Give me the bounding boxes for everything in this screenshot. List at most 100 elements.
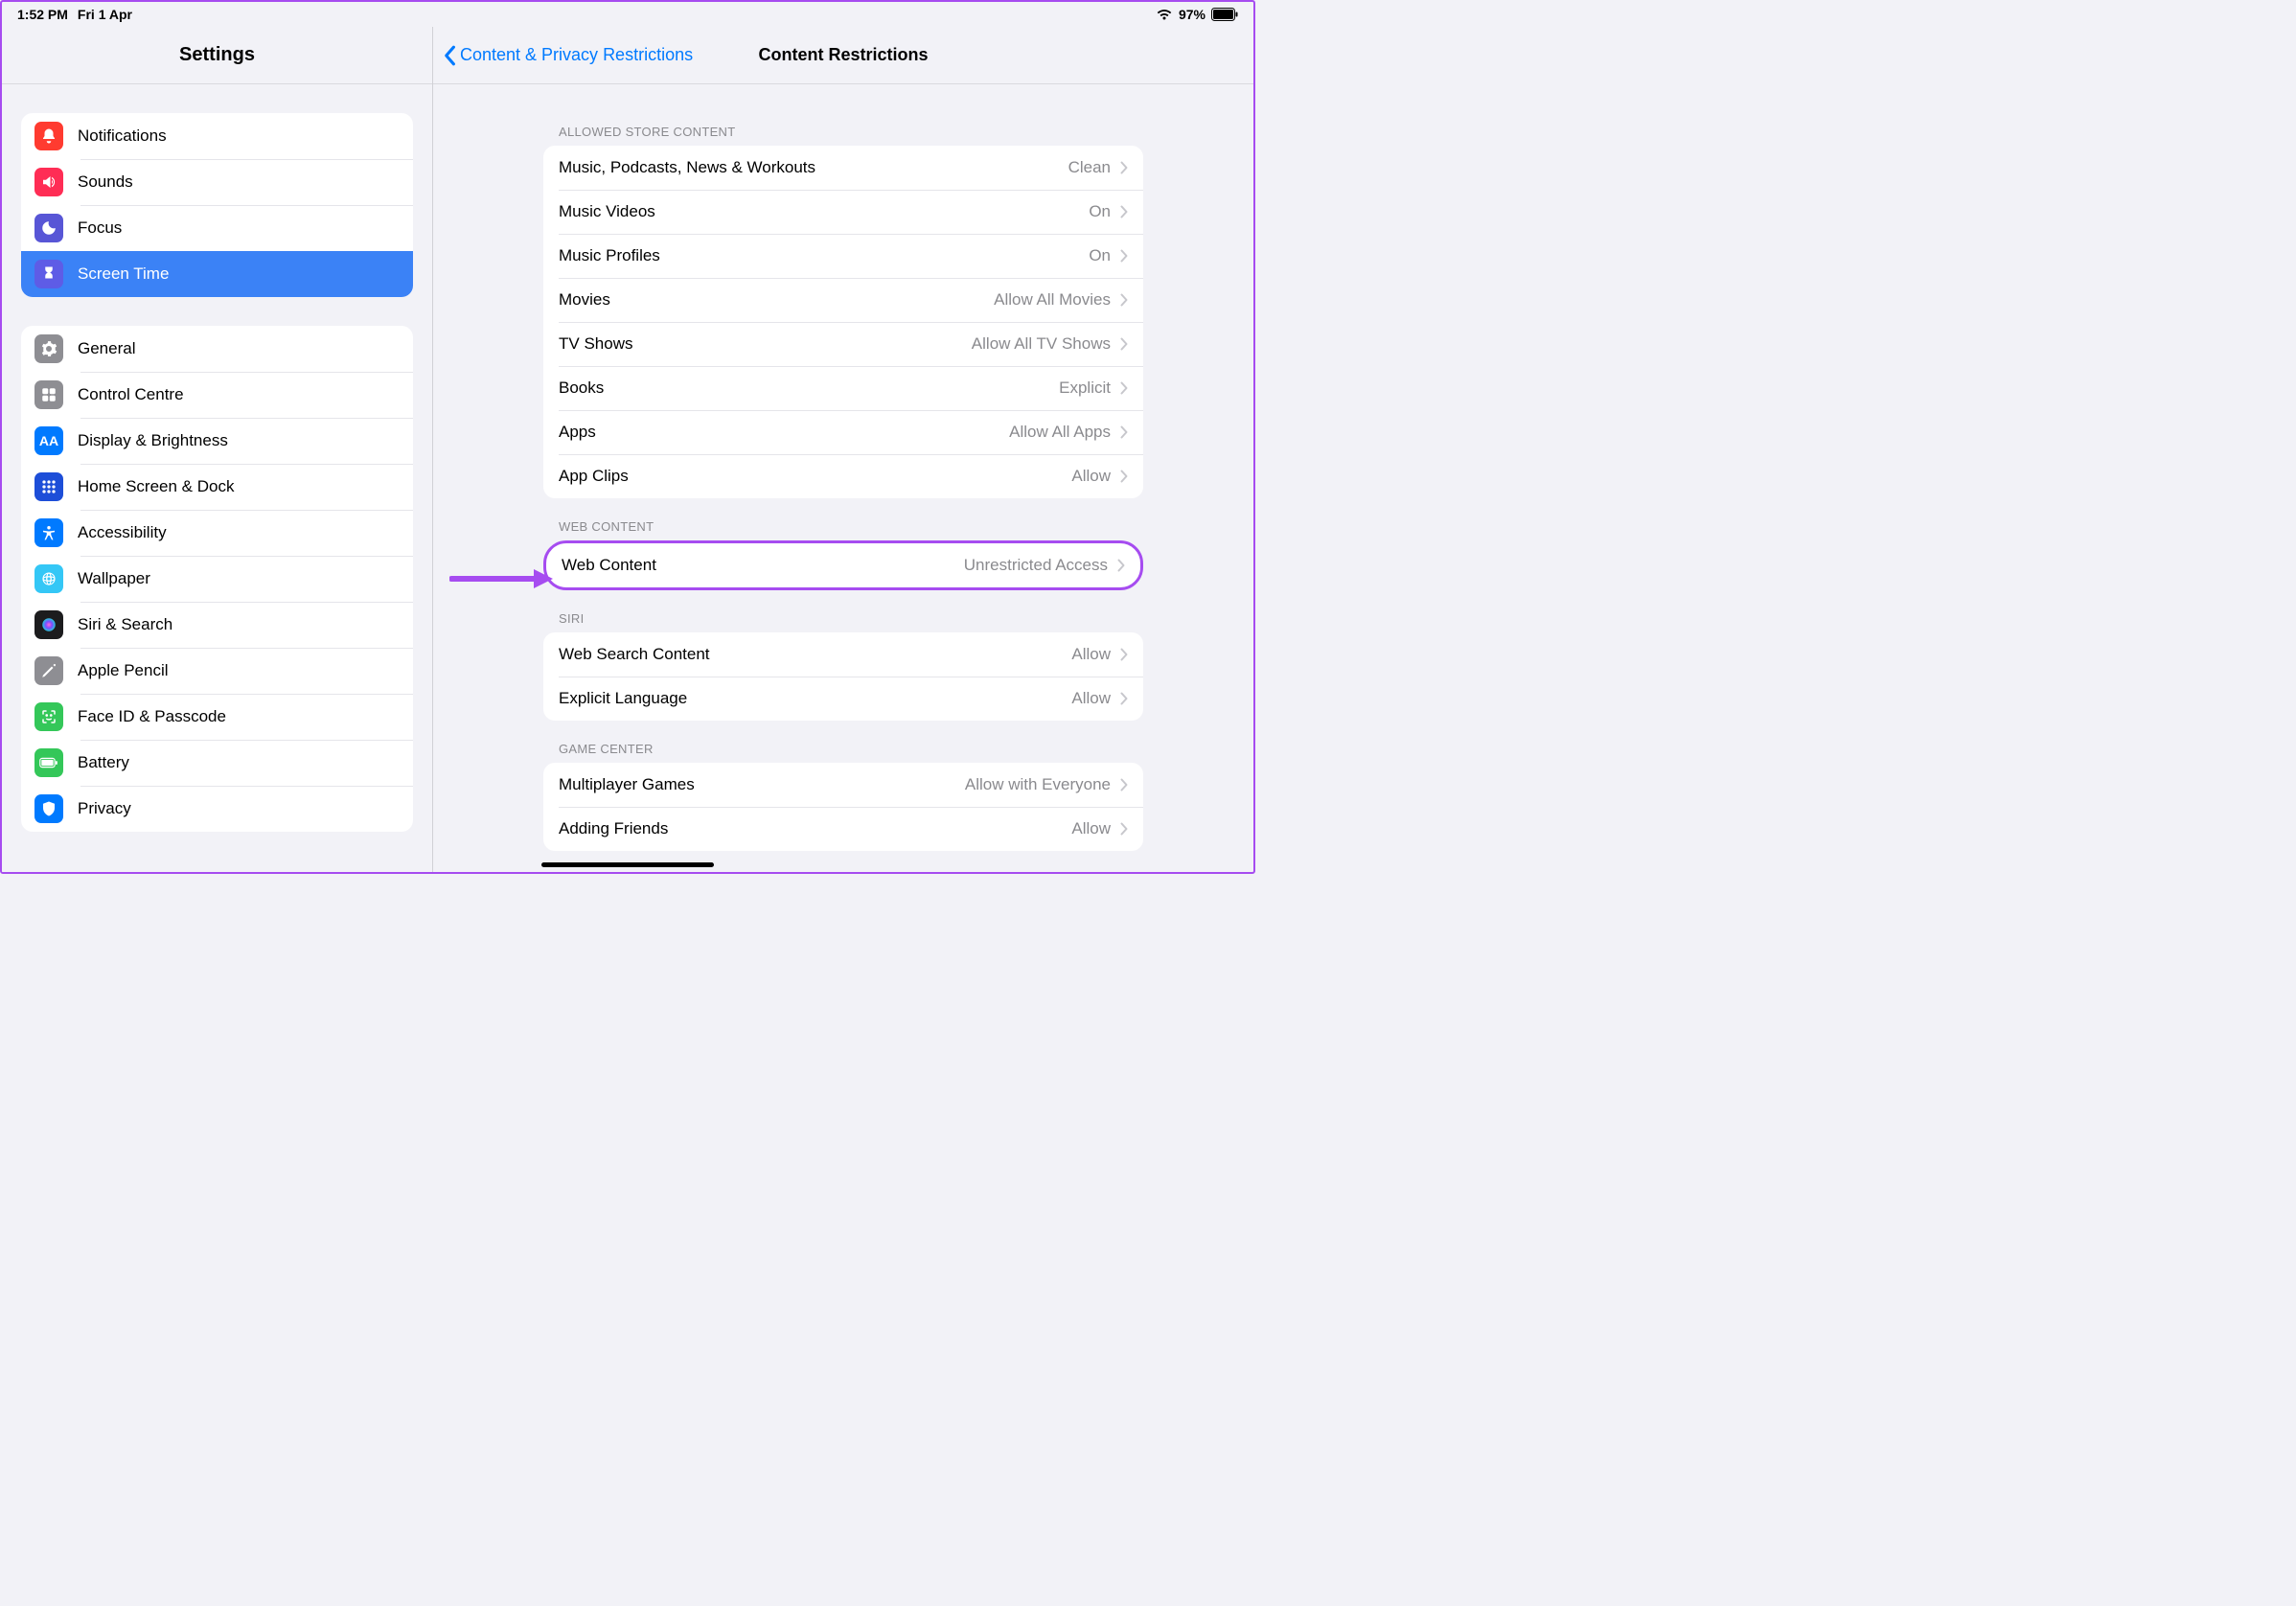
device-frame: 1:52 PM Fri 1 Apr 97% Settings Notificat… — [0, 0, 1255, 874]
sidebar-item-controlcentre[interactable]: Control Centre — [21, 372, 413, 418]
status-time: 1:52 PM — [17, 7, 68, 22]
row-value: Allow with Everyone — [965, 775, 1111, 794]
battery-icon — [1211, 8, 1238, 21]
sidebar-item-general[interactable]: General — [21, 326, 413, 372]
display-icon: AA — [34, 426, 63, 455]
sidebar-item-pencil[interactable]: Apple Pencil — [21, 648, 413, 694]
row-label: Explicit Language — [559, 689, 1071, 708]
chevron-right-icon — [1120, 648, 1128, 661]
home-indicator — [541, 862, 714, 867]
sidebar-item-label: Home Screen & Dock — [78, 477, 234, 496]
row-label: Music Videos — [559, 202, 1089, 221]
sidebar-item-screentime[interactable]: Screen Time — [21, 251, 413, 297]
status-bar: 1:52 PM Fri 1 Apr 97% — [2, 2, 1253, 27]
row-value: Explicit — [1059, 379, 1111, 398]
homescreen-icon — [34, 472, 63, 501]
row-group: Multiplayer GamesAllow with EveryoneAddi… — [543, 763, 1143, 851]
chevron-left-icon — [443, 45, 456, 66]
sidebar-item-label: General — [78, 339, 135, 358]
focus-icon — [34, 214, 63, 242]
row-group: Web Search ContentAllowExplicit Language… — [543, 632, 1143, 721]
settings-row[interactable]: Music ProfilesOn — [543, 234, 1143, 278]
status-date: Fri 1 Apr — [78, 7, 132, 22]
row-value: Allow — [1071, 689, 1111, 708]
chevron-right-icon — [1120, 822, 1128, 836]
sidebar-item-siri[interactable]: Siri & Search — [21, 602, 413, 648]
sidebar-item-label: Sounds — [78, 172, 133, 192]
chevron-right-icon — [1120, 381, 1128, 395]
privacy-icon — [34, 794, 63, 823]
chevron-right-icon — [1120, 293, 1128, 307]
row-group: Music, Podcasts, News & WorkoutsCleanMus… — [543, 146, 1143, 498]
settings-row[interactable]: Explicit LanguageAllow — [543, 677, 1143, 721]
row-label: App Clips — [559, 467, 1071, 486]
sidebar-item-label: Focus — [78, 218, 122, 238]
section-header: GAME CENTER — [543, 721, 1143, 763]
section-header: SIRI — [543, 590, 1143, 632]
sidebar-item-label: Face ID & Passcode — [78, 707, 226, 726]
row-label: Movies — [559, 290, 994, 310]
sidebar-item-focus[interactable]: Focus — [21, 205, 413, 251]
row-value: On — [1089, 246, 1111, 265]
screentime-icon — [34, 260, 63, 288]
settings-row[interactable]: App ClipsAllow — [543, 454, 1143, 498]
row-label: Web Search Content — [559, 645, 1071, 664]
sidebar-item-accessibility[interactable]: Accessibility — [21, 510, 413, 556]
settings-row[interactable]: BooksExplicit — [543, 366, 1143, 410]
battery-icon — [34, 748, 63, 777]
settings-row[interactable]: AppsAllow All Apps — [543, 410, 1143, 454]
row-value: Allow All TV Shows — [972, 334, 1111, 354]
row-value: Allow — [1071, 467, 1111, 486]
back-label: Content & Privacy Restrictions — [460, 45, 693, 65]
settings-row[interactable]: Music, Podcasts, News & WorkoutsClean — [543, 146, 1143, 190]
pencil-icon — [34, 656, 63, 685]
row-label: TV Shows — [559, 334, 972, 354]
faceid-icon — [34, 702, 63, 731]
row-value: Allow All Apps — [1009, 423, 1111, 442]
sidebar-item-battery[interactable]: Battery — [21, 740, 413, 786]
settings-row[interactable]: Music VideosOn — [543, 190, 1143, 234]
sidebar-item-label: Siri & Search — [78, 615, 172, 634]
chevron-right-icon — [1120, 470, 1128, 483]
sidebar-item-label: Control Centre — [78, 385, 184, 404]
chevron-right-icon — [1117, 559, 1125, 572]
siri-icon — [34, 610, 63, 639]
sidebar-item-label: Accessibility — [78, 523, 167, 542]
sidebar-item-wallpaper[interactable]: Wallpaper — [21, 556, 413, 602]
settings-row[interactable]: TV ShowsAllow All TV Shows — [543, 322, 1143, 366]
row-value: Allow — [1071, 819, 1111, 838]
settings-sidebar: Settings Notifications Sounds Focus Screen … — [2, 27, 433, 872]
section-header: WEB CONTENT — [543, 498, 1143, 540]
row-value: On — [1089, 202, 1111, 221]
sidebar-title: Settings — [2, 27, 432, 84]
row-value: Allow — [1071, 645, 1111, 664]
settings-row[interactable]: Web ContentUnrestricted Access — [546, 543, 1140, 587]
sidebar-item-faceid[interactable]: Face ID & Passcode — [21, 694, 413, 740]
chevron-right-icon — [1120, 249, 1128, 263]
row-group: Web ContentUnrestricted Access — [543, 540, 1143, 590]
sidebar-item-homescreen[interactable]: Home Screen & Dock — [21, 464, 413, 510]
wifi-icon — [1156, 8, 1173, 21]
settings-row[interactable]: Web Search ContentAllow — [543, 632, 1143, 677]
sidebar-item-label: Privacy — [78, 799, 131, 818]
sidebar-item-label: Notifications — [78, 126, 167, 146]
chevron-right-icon — [1120, 778, 1128, 792]
back-button[interactable]: Content & Privacy Restrictions — [443, 45, 693, 66]
chevron-right-icon — [1120, 692, 1128, 705]
sidebar-item-display[interactable]: AADisplay & Brightness — [21, 418, 413, 464]
chevron-right-icon — [1120, 205, 1128, 218]
sidebar-group-2: General Control Centre AADisplay & Brightn… — [21, 326, 413, 832]
settings-row[interactable]: MoviesAllow All Movies — [543, 278, 1143, 322]
wallpaper-icon — [34, 564, 63, 593]
section-header: ALLOWED STORE CONTENT — [543, 103, 1143, 146]
status-battery-pct: 97% — [1179, 7, 1205, 22]
controlcentre-icon — [34, 380, 63, 409]
settings-row[interactable]: Multiplayer GamesAllow with Everyone — [543, 763, 1143, 807]
settings-row[interactable]: Adding FriendsAllow — [543, 807, 1143, 851]
general-icon — [34, 334, 63, 363]
chevron-right-icon — [1120, 337, 1128, 351]
pane-header: Content & Privacy Restrictions Content R… — [433, 27, 1253, 84]
sidebar-item-sounds[interactable]: Sounds — [21, 159, 413, 205]
sidebar-item-notifications[interactable]: Notifications — [21, 113, 413, 159]
sidebar-item-privacy[interactable]: Privacy — [21, 786, 413, 832]
